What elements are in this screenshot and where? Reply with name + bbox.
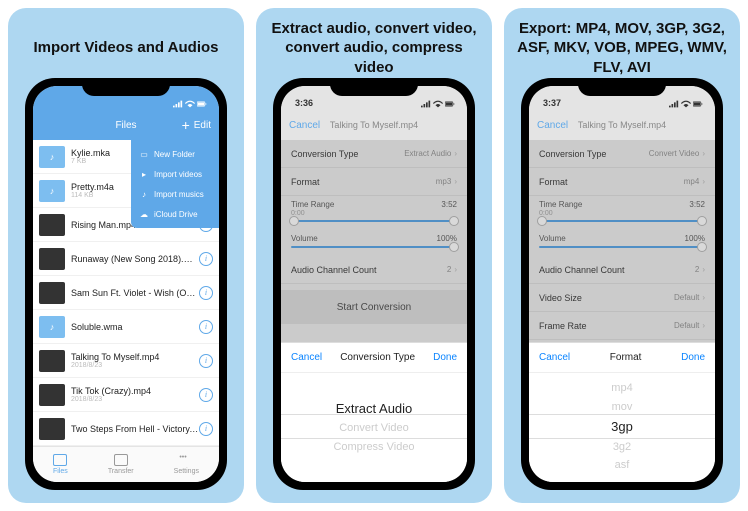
popup-icon: ☁ (139, 209, 149, 219)
video-thumbnail (39, 384, 65, 406)
picker-item[interactable]: 3gp (611, 417, 633, 438)
popup-item[interactable]: ▸ Import videos (131, 164, 219, 184)
video-thumbnail (39, 418, 65, 440)
phone-frame: 3:36 Cancel Talking To Myself.mp4 Conver… (273, 78, 475, 490)
tab-bar: Files Transfer •••Settings (33, 446, 219, 482)
info-icon[interactable]: i (199, 422, 213, 436)
tab-transfer[interactable]: Transfer (108, 454, 134, 475)
file-row[interactable]: Tik Tok (Crazy).mp42018/8/23i (33, 378, 219, 412)
popup-label: Import musics (154, 190, 204, 199)
edit-button[interactable]: Edit (194, 120, 211, 131)
info-icon[interactable]: i (199, 388, 213, 402)
popup-icon: ▸ (139, 169, 149, 179)
status-icons (173, 100, 207, 108)
file-name: Sam Sun Ft. Violet - Wish (Oh No!).mp3 (71, 288, 199, 298)
info-icon[interactable]: i (199, 286, 213, 300)
popup-item[interactable]: ▭ New Folder (131, 144, 219, 164)
conversion-settings: Conversion Type Convert Video› Format mp… (529, 140, 715, 482)
file-row[interactable]: Sam Sun Ft. Violet - Wish (Oh No!).mp3i (33, 276, 219, 310)
file-name: Talking To Myself.mp4 (71, 352, 199, 362)
sheet-title: Format (610, 352, 642, 363)
popup-label: iCloud Drive (154, 210, 198, 219)
status-icons (421, 100, 455, 108)
picker-item[interactable]: 3g2 (613, 439, 631, 457)
file-meta: 2018/8/23 (71, 362, 199, 369)
card-title: Extract audio, convert video, convert au… (264, 18, 484, 78)
phone-frame: Files + Edit ♪Kylie.mka7 KBi♪Pretty.m4a1… (25, 78, 227, 490)
file-row[interactable]: Two Steps From Hell - Victory.mp3i (33, 412, 219, 446)
audio-icon: ♪ (39, 146, 65, 168)
picker-item[interactable]: Convert Video (339, 420, 409, 438)
file-name: Tik Tok (Crazy).mp4 (71, 386, 199, 396)
nav-bar: Cancel Talking To Myself.mp4 (281, 110, 467, 140)
tab-files[interactable]: Files (53, 454, 68, 475)
popup-label: Import videos (154, 170, 202, 179)
file-row[interactable]: ♪ Soluble.wmai (33, 310, 219, 344)
status-time: 3:36 (295, 98, 313, 108)
file-name: Two Steps From Hell - Victory.mp3 (71, 424, 199, 434)
card-title: Export: MP4, MOV, 3GP, 3G2, ASF, MKV, VO… (512, 18, 732, 78)
nav-title: Talking To Myself.mp4 (330, 120, 418, 130)
info-icon[interactable]: i (199, 320, 213, 334)
popup-item[interactable]: ☁ iCloud Drive (131, 204, 219, 224)
card-title: Import Videos and Audios (29, 18, 222, 78)
picker-sheet: Cancel Format Done mp4mov3gp3g2asf (529, 342, 715, 482)
promo-card-3: Export: MP4, MOV, 3GP, 3G2, ASF, MKV, VO… (504, 8, 740, 503)
nav-bar: Files + Edit (33, 110, 219, 140)
tab-settings[interactable]: •••Settings (174, 454, 199, 475)
cancel-button[interactable]: Cancel (289, 120, 329, 131)
conversion-settings: Conversion Type Extract Audio› Format mp… (281, 140, 467, 482)
info-icon[interactable]: i (199, 354, 213, 368)
file-row[interactable]: Talking To Myself.mp42018/8/23i (33, 344, 219, 378)
nav-title: Talking To Myself.mp4 (578, 120, 666, 130)
popup-icon: ▭ (139, 149, 149, 159)
video-thumbnail (39, 214, 65, 236)
picker-item[interactable]: mov (612, 399, 633, 417)
popup-icon: ♪ (139, 189, 149, 199)
sheet-title: Conversion Type (340, 352, 415, 363)
sheet-done[interactable]: Done (433, 352, 457, 363)
picker-wheel[interactable]: mp4mov3gp3g2asf (529, 373, 715, 482)
file-meta: 2018/8/23 (71, 396, 199, 403)
file-name: Runaway (New Song 2018).mp4 (71, 254, 199, 264)
video-thumbnail (39, 282, 65, 304)
sheet-done[interactable]: Done (681, 352, 705, 363)
file-list[interactable]: ♪Kylie.mka7 KBi♪Pretty.m4a114 KBiRising … (33, 140, 219, 446)
status-time: 3:37 (543, 98, 561, 108)
promo-card-2: Extract audio, convert video, convert au… (256, 8, 492, 503)
picker-sheet: Cancel Conversion Type Done Extract Audi… (281, 342, 467, 482)
audio-icon: ♪ (39, 316, 65, 338)
nav-title: Files (115, 120, 136, 131)
video-thumbnail (39, 248, 65, 270)
popup-label: New Folder (154, 150, 195, 159)
file-row[interactable]: Runaway (New Song 2018).mp4i (33, 242, 219, 276)
status-icons (669, 100, 703, 108)
picker-item[interactable]: Compress Video (333, 439, 414, 457)
cancel-button[interactable]: Cancel (537, 120, 577, 131)
picker-item[interactable]: mp4 (611, 380, 632, 398)
popup-item[interactable]: ♪ Import musics (131, 184, 219, 204)
picker-wheel[interactable]: Extract AudioConvert VideoCompress Video (281, 373, 467, 482)
picker-item[interactable]: asf (615, 457, 630, 475)
sheet-cancel[interactable]: Cancel (539, 352, 570, 363)
info-icon[interactable]: i (199, 252, 213, 266)
sheet-cancel[interactable]: Cancel (291, 352, 322, 363)
nav-bar: Cancel Talking To Myself.mp4 (529, 110, 715, 140)
audio-icon: ♪ (39, 180, 65, 202)
add-popup: ▭ New Folder ▸ Import videos ♪ Import musics ☁… (131, 140, 219, 228)
picker-item[interactable]: Extract Audio (336, 399, 413, 420)
promo-card-1: Import Videos and Audios Files + Edit (8, 8, 244, 503)
video-thumbnail (39, 350, 65, 372)
add-button[interactable]: + (182, 117, 190, 133)
file-name: Soluble.wma (71, 322, 199, 332)
phone-frame: 3:37 Cancel Talking To Myself.mp4 Conver… (521, 78, 723, 490)
